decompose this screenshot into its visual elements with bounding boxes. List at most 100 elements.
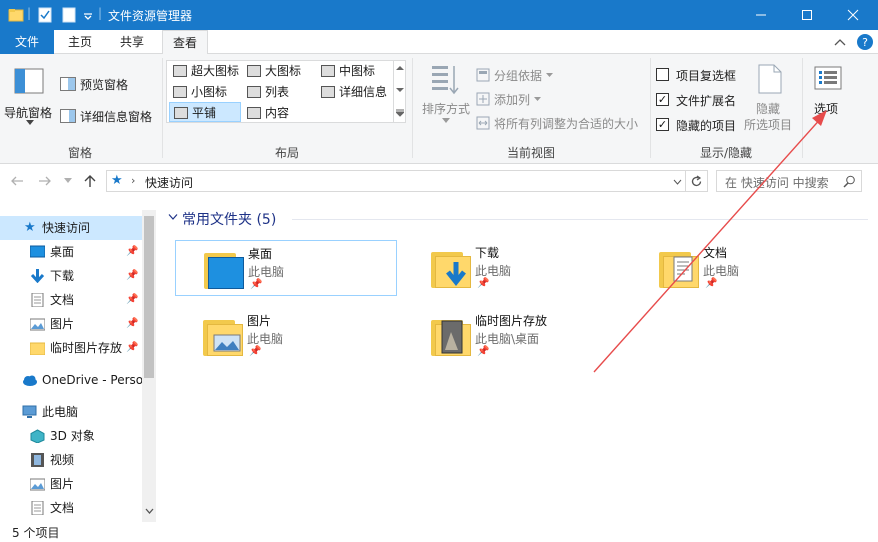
nav-pane-label: 导航窗格 (4, 106, 53, 120)
sort-by-label: 排序方式 (422, 102, 471, 116)
item-checkboxes-checkbox[interactable] (656, 68, 669, 81)
pin-icon: 📌 (126, 318, 139, 329)
folder-tile-pictures[interactable]: 图片 此电脑 📌 (175, 308, 397, 364)
nav-onedrive[interactable]: OneDrive - Perso (0, 368, 143, 392)
hide-document-icon (758, 64, 782, 94)
nav-downloads[interactable]: 下载 📌 (0, 264, 142, 288)
nav-videos[interactable]: 视频 (0, 448, 142, 472)
layout-extra-large-icons[interactable]: 超大图标 (169, 61, 243, 81)
nav-desktop[interactable]: 桌面 📌 (0, 240, 142, 264)
details-pane-button[interactable]: 详细信息窗格 (60, 106, 160, 126)
pin-icon: 📌 (126, 270, 139, 281)
pin-icon[interactable]: 📌 (250, 279, 262, 290)
navigation-pane: ★ 快速访问 桌面 📌 下载 📌 文档 📌 图片 📌 临时图片存放 📌 OneD… (0, 210, 156, 522)
close-button[interactable] (830, 0, 876, 30)
large-icons-icon (247, 65, 261, 77)
gallery-scroll[interactable] (393, 61, 405, 122)
expand-gallery-icon (396, 109, 404, 117)
chevron-up-icon (396, 66, 404, 70)
nav-quick-access[interactable]: ★ 快速访问 (0, 216, 142, 240)
temp-pictures-folder-icon (431, 316, 471, 356)
document-icon (31, 501, 44, 515)
nav-this-pc[interactable]: 此电脑 (0, 400, 142, 424)
nav-3d-objects[interactable]: 3D 对象 (0, 424, 142, 448)
folder-tile-desktop[interactable]: 桌面 此电脑 📌 (175, 240, 397, 296)
nav-temp-pictures[interactable]: 临时图片存放 📌 (0, 336, 142, 360)
pictures-icon (30, 478, 45, 491)
pictures-icon (30, 318, 45, 331)
item-count: 5 个项目 (12, 526, 60, 540)
add-column-label: 添加列 (494, 93, 531, 107)
recent-locations-icon[interactable] (64, 178, 72, 184)
chevron-down-icon[interactable] (168, 213, 178, 221)
up-arrow-icon[interactable] (84, 174, 96, 188)
nav-pictures[interactable]: 图片 📌 (0, 312, 142, 336)
chevron-up-icon[interactable] (834, 37, 846, 47)
search-icon[interactable] (843, 175, 856, 188)
group-divider (412, 58, 413, 158)
tab-home[interactable]: 主页 (58, 30, 102, 54)
ribbon-tabs: 文件 主页 共享 查看 ? (0, 30, 878, 55)
pictures-folder-icon (203, 316, 243, 356)
computer-icon (22, 405, 37, 418)
maximize-button[interactable] (784, 0, 830, 30)
layout-details[interactable]: 详细信息 (317, 82, 391, 102)
pin-icon: 📌 (126, 246, 139, 257)
pin-icon[interactable]: 📌 (249, 346, 261, 357)
tab-file[interactable]: 文件 (0, 30, 54, 54)
pictures-icon (213, 334, 241, 352)
list-icon (247, 86, 261, 98)
forward-arrow-icon[interactable] (38, 176, 52, 186)
address-path[interactable]: 快速访问 (145, 174, 193, 191)
group-by-button[interactable]: 分组依据 (476, 66, 556, 84)
nav-documents[interactable]: 文档 📌 (0, 288, 142, 312)
details-icon (321, 86, 335, 98)
close-icon (847, 9, 859, 21)
item-checkboxes-toggle[interactable]: 项目复选框 (656, 66, 746, 84)
extra-large-icons-icon (173, 65, 187, 77)
layout-tiles[interactable]: 平铺 (169, 102, 241, 122)
layout-gallery: 超大图标 大图标 中图标 小图标 列表 详细信息 平铺 内容 (166, 60, 406, 123)
nav-scrollbar-thumb[interactable] (144, 216, 154, 378)
tab-share[interactable]: 共享 (110, 30, 154, 54)
new-folder-icon[interactable] (62, 7, 76, 23)
tab-view[interactable]: 查看 (162, 30, 208, 55)
section-frequent-folders[interactable]: 常用文件夹 (5) (182, 209, 276, 229)
minimize-button[interactable] (738, 0, 784, 30)
layout-list[interactable]: 列表 (243, 82, 317, 102)
back-arrow-icon[interactable] (10, 176, 24, 186)
fit-columns-icon (476, 116, 490, 130)
nav-pane-button[interactable]: 导航窗格 (4, 58, 56, 138)
chevron-down-icon (396, 88, 404, 92)
sort-by-button[interactable]: 排序方式 (418, 60, 472, 130)
customize-qat-icon[interactable] (83, 7, 93, 23)
help-icon[interactable]: ? (856, 33, 874, 51)
chevron-right-icon[interactable]: › (131, 174, 135, 187)
add-column-button[interactable]: 添加列 (476, 90, 556, 108)
downloads-folder-icon (431, 248, 471, 288)
group-label-panes: 窗格 (67, 146, 92, 160)
tiles-icon (174, 107, 188, 119)
pin-icon[interactable]: 📌 (477, 278, 489, 289)
film-icon (31, 453, 44, 467)
status-bar: 5 个项目 (0, 522, 878, 542)
properties-icon[interactable] (38, 7, 52, 23)
layout-small-icons[interactable]: 小图标 (169, 82, 243, 102)
folder-icon[interactable] (8, 7, 24, 23)
options-icon (814, 66, 842, 90)
window-title: 文件资源管理器 (108, 9, 193, 23)
layout-large-icons[interactable]: 大图标 (243, 61, 317, 81)
nav-pc-documents[interactable]: 文档 (0, 496, 142, 520)
document-icon (31, 293, 44, 307)
preview-pane-button[interactable]: 预览窗格 (60, 74, 160, 94)
nav-pane-icon (14, 68, 44, 94)
chevron-down-icon[interactable] (145, 508, 154, 514)
annotation-arrow (593, 110, 827, 373)
group-divider (162, 58, 163, 158)
pin-icon[interactable]: 📌 (477, 346, 489, 357)
layout-content[interactable]: 内容 (243, 103, 317, 123)
star-icon: ★ (24, 220, 36, 235)
nav-pc-pictures[interactable]: 图片 (0, 472, 142, 496)
details-pane-icon (60, 109, 76, 123)
layout-medium-icons[interactable]: 中图标 (317, 61, 391, 81)
